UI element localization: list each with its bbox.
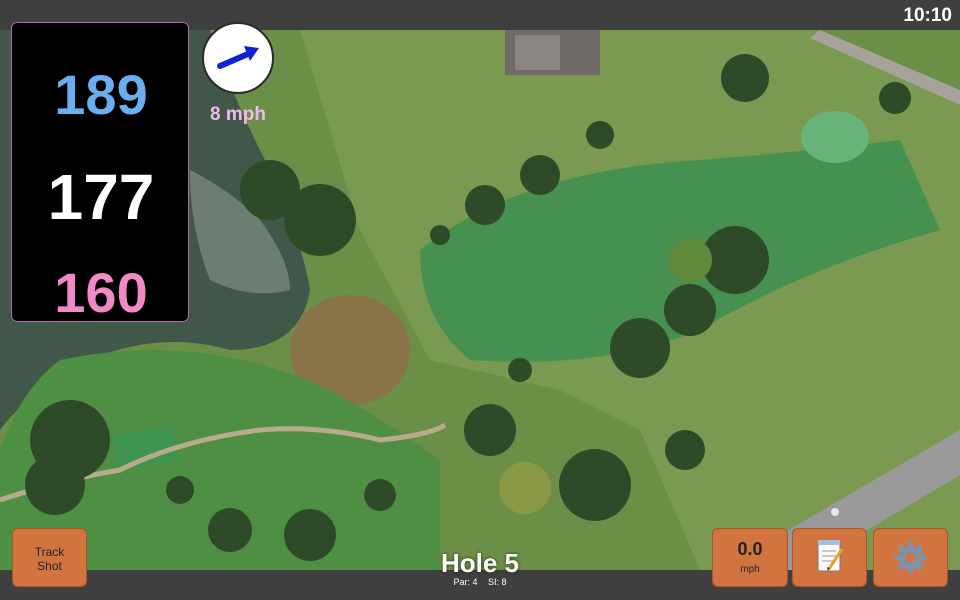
yardage-front: 160 (54, 261, 148, 324)
track-shot-label-line2: Shot (37, 559, 62, 573)
hole-meta: Par: 4 SI: 8 (380, 577, 580, 587)
hole-par: Par: 4 (453, 577, 478, 587)
gear-icon (894, 541, 927, 574)
settings-button[interactable] (873, 528, 948, 587)
status-clock: 10:10 (903, 5, 952, 26)
track-shot-label-line1: Track (34, 545, 65, 559)
speed-value: 0.0 (737, 539, 763, 559)
scorecard-notes-button[interactable] (792, 528, 867, 587)
wind-indicator[interactable] (202, 22, 274, 94)
speed-unit: mph (740, 564, 760, 575)
wind-speed-label: 8 mph (210, 104, 266, 125)
notepad-icon (817, 540, 844, 572)
speed-button[interactable]: 0.0 mph (712, 528, 788, 587)
hole-title: Hole 5 (440, 548, 520, 578)
hole-stroke-index: SI: 8 (488, 577, 507, 587)
yardage-panel: 189 177 160 (11, 22, 189, 324)
yardage-middle: 177 (47, 161, 155, 233)
yardage-back: 189 (54, 63, 148, 126)
wind-direction-arrow-icon (217, 46, 259, 69)
track-shot-button[interactable]: Track Shot (12, 528, 87, 587)
